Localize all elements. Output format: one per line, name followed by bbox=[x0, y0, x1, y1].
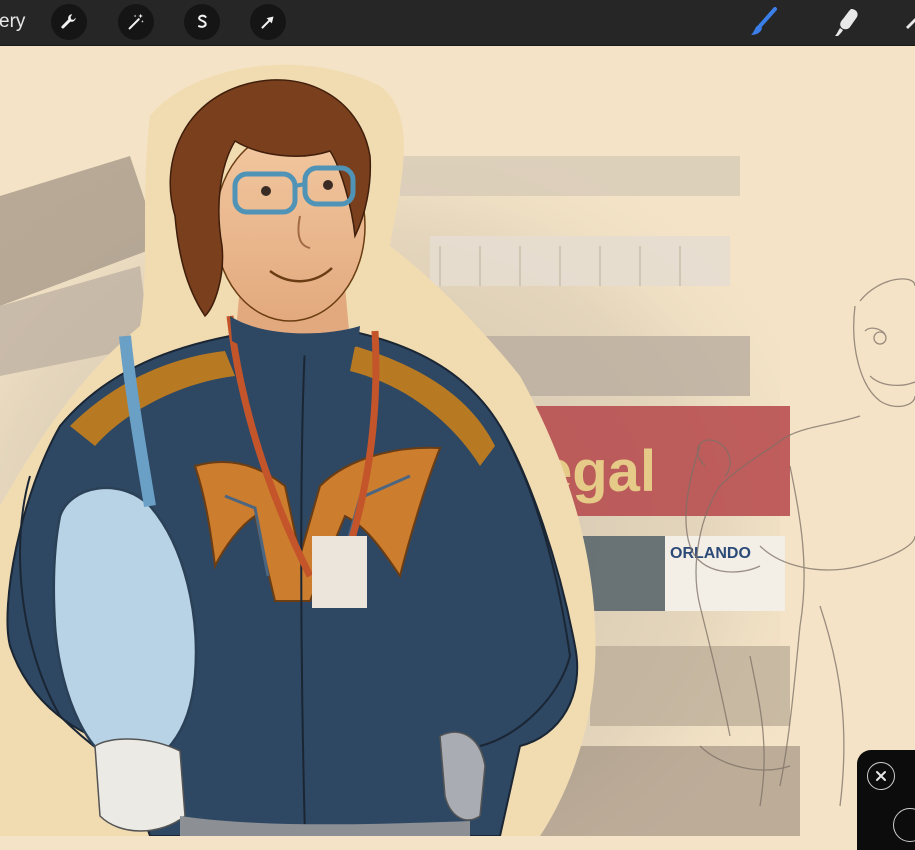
brush-icon bbox=[751, 7, 777, 35]
selection-s-icon bbox=[197, 14, 207, 28]
close-icon bbox=[876, 771, 886, 781]
drawing-canvas[interactable]: egal ORLANDO bbox=[0, 46, 915, 836]
smudge-button[interactable] bbox=[827, 3, 865, 41]
actions-button[interactable] bbox=[51, 4, 87, 40]
gallery-button[interactable]: ery bbox=[0, 9, 25, 35]
top-toolbar: ery bbox=[0, 0, 915, 46]
transform-button[interactable] bbox=[250, 4, 286, 40]
wrench-icon bbox=[61, 14, 76, 29]
smudge-icon bbox=[835, 9, 858, 36]
floating-reference-panel bbox=[857, 750, 915, 850]
eraser-button[interactable] bbox=[898, 3, 915, 41]
eraser-icon bbox=[906, 18, 915, 29]
paint-brush-button[interactable] bbox=[745, 3, 783, 41]
close-panel-button[interactable] bbox=[867, 762, 895, 790]
magic-wand-icon bbox=[128, 13, 144, 30]
arrow-cursor-icon bbox=[261, 16, 274, 29]
panel-control-button[interactable] bbox=[893, 808, 915, 842]
selection-button[interactable] bbox=[184, 4, 220, 40]
orlando-sign-text: ORLANDO bbox=[670, 545, 751, 562]
badge-card bbox=[312, 536, 367, 608]
artwork: egal ORLANDO bbox=[0, 46, 915, 836]
adjustments-button[interactable] bbox=[118, 4, 154, 40]
